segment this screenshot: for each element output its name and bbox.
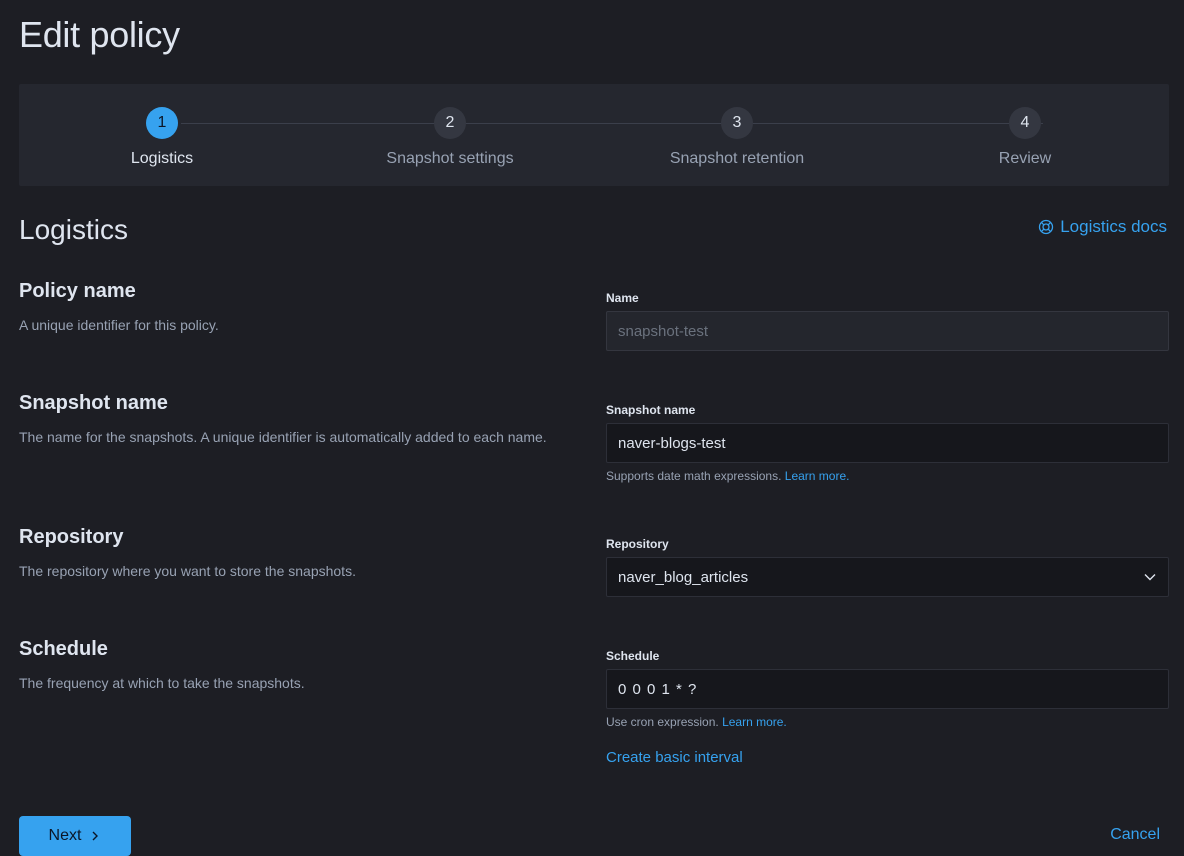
logistics-docs-label: Logistics docs (1060, 217, 1167, 236)
name-field-label: Name (606, 291, 639, 305)
chevron-down-icon (1144, 574, 1156, 581)
snapshot-name-field-label: Snapshot name (606, 403, 696, 417)
policy-name-input[interactable] (606, 311, 1169, 351)
step-label: Logistics (130, 150, 194, 167)
step-label: Snapshot retention (669, 150, 805, 167)
create-basic-interval-link[interactable]: Create basic interval (606, 749, 743, 766)
repository-select[interactable]: naver_blog_articles (606, 557, 1169, 597)
step-number: 4 (1009, 107, 1041, 139)
schedule-description: The frequency at which to take the snaps… (19, 675, 305, 691)
snapshot-name-description: The name for the snapshots. A unique ide… (19, 429, 547, 445)
repository-title: Repository (19, 526, 124, 548)
schedule-input[interactable] (606, 669, 1169, 709)
step-snapshot-retention[interactable]: 3 Snapshot retention (617, 107, 857, 168)
schedule-learn-more-link[interactable]: Learn more. (722, 715, 787, 729)
step-logistics[interactable]: 1 Logistics (42, 107, 282, 168)
schedule-help: Use cron expression. Learn more. (606, 715, 787, 729)
snapshot-name-title: Snapshot name (19, 392, 168, 414)
logistics-docs-link[interactable]: Logistics docs (1038, 217, 1167, 237)
snapshot-name-input[interactable] (606, 423, 1169, 463)
step-snapshot-settings[interactable]: 2 Snapshot settings (330, 107, 570, 168)
chevron-right-icon (92, 831, 99, 841)
page-title: Edit policy (19, 14, 180, 55)
next-button[interactable]: Next (19, 816, 131, 856)
repository-field-label: Repository (606, 537, 669, 551)
lifebuoy-icon (1039, 219, 1054, 235)
schedule-title: Schedule (19, 638, 108, 660)
repository-selected-value: naver_blog_articles (618, 568, 749, 586)
cancel-button[interactable]: Cancel (1110, 826, 1160, 844)
schedule-field-label: Schedule (606, 649, 660, 663)
steps-navigation: 1 Logistics 2 Snapshot settings 3 Snapsh… (19, 84, 1169, 186)
policy-name-title: Policy name (19, 280, 136, 302)
policy-name-description: A unique identifier for this policy. (19, 317, 219, 333)
snapshot-name-learn-more-link[interactable]: Learn more. (785, 469, 850, 483)
schedule-help-text: Use cron expression. (606, 715, 719, 729)
snapshot-name-help-text: Supports date math expressions. (606, 469, 782, 483)
repository-description: The repository where you want to store t… (19, 563, 356, 579)
step-review[interactable]: 4 Review (905, 107, 1145, 168)
step-number: 2 (434, 107, 466, 139)
step-label: Snapshot settings (386, 150, 514, 167)
step-label: Review (998, 150, 1052, 167)
section-title: Logistics (19, 214, 128, 245)
step-number: 1 (146, 107, 178, 139)
snapshot-name-help: Supports date math expressions. Learn mo… (606, 469, 849, 483)
next-button-label: Next (48, 827, 82, 844)
step-number: 3 (721, 107, 753, 139)
